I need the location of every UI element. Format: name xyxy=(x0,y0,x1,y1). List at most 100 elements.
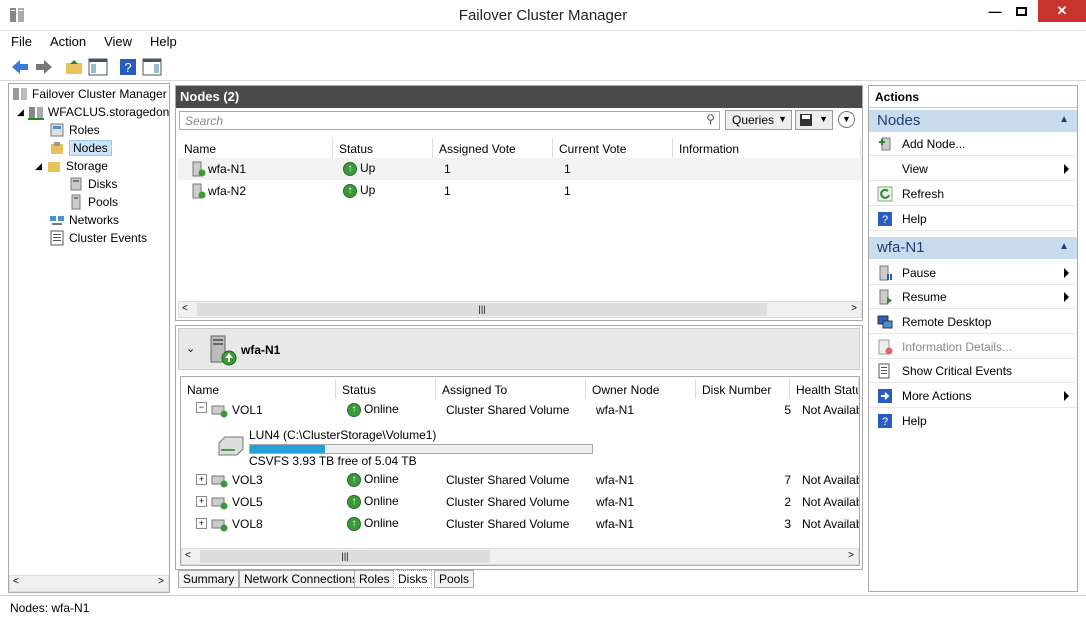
status-bar: Nodes: wfa-N1 xyxy=(0,595,1086,625)
cluster-manager-icon xyxy=(13,88,27,100)
forward-icon[interactable] xyxy=(34,57,54,77)
add-node-icon xyxy=(879,137,891,150)
online-status-icon: ↑ xyxy=(347,402,361,417)
action-resume[interactable]: Resume xyxy=(869,285,1077,309)
tree-item-disks[interactable]: Disks xyxy=(68,175,117,193)
tab-network-connections[interactable]: Network Connections xyxy=(239,570,364,588)
nodes-pane-title: Nodes (2) xyxy=(176,86,862,108)
chevron-down-icon: ▼ xyxy=(778,114,787,124)
actions-section-wfa-n1[interactable]: wfa-N1 ▲ xyxy=(869,237,1077,259)
action-information-details[interactable]: Information Details... xyxy=(869,335,1077,359)
tab-disks[interactable]: Disks xyxy=(393,570,433,588)
table-row[interactable]: + VOL3 ↑ Online Cluster Shared Volume wfa… xyxy=(181,469,859,491)
collapse-arrow-icon[interactable]: ◢ xyxy=(17,107,24,118)
collapse-icon[interactable]: − xyxy=(196,402,207,413)
information-details-icon xyxy=(878,339,893,354)
tree-root[interactable]: Failover Cluster Manager xyxy=(12,85,167,103)
help-icon[interactable]: ? xyxy=(118,57,138,77)
action-help[interactable]: ? Help xyxy=(869,207,1077,231)
tab-roles[interactable]: Roles xyxy=(354,570,395,588)
table-row[interactable]: − VOL1 ↑ Online Cluster Shared Volume wfa… xyxy=(181,399,859,421)
tree-item-cluster-events[interactable]: Cluster Events xyxy=(49,229,147,247)
table-row[interactable]: + VOL8 ↑ Online Cluster Shared Volume wfa… xyxy=(181,513,859,535)
action-remote-desktop[interactable]: Remote Desktop xyxy=(869,310,1077,334)
up-folder-icon[interactable] xyxy=(64,57,84,77)
save-query-button[interactable]: ▼ xyxy=(795,110,833,130)
actions-header: Actions xyxy=(869,86,1077,108)
action-add-node[interactable]: Add Node... xyxy=(869,132,1077,156)
collapse-chevron-icon[interactable]: ⌄ xyxy=(186,342,195,355)
collapse-section-icon[interactable]: ▲ xyxy=(1059,241,1069,252)
col-information[interactable]: Information xyxy=(673,138,861,158)
expand-icon[interactable]: + xyxy=(196,496,207,507)
disks-icon xyxy=(70,177,82,191)
svg-text:?: ? xyxy=(124,60,131,75)
col-status[interactable]: Status xyxy=(336,379,436,399)
action-pause[interactable]: Pause xyxy=(869,261,1077,285)
detail-header[interactable]: ⌄ wfa-N1 xyxy=(178,328,860,370)
menu-view[interactable]: View xyxy=(93,31,139,49)
col-assigned-to[interactable]: Assigned To xyxy=(436,379,586,399)
volume-info: LUN4 (C:\ClusterStorage\Volume1) CSVFS 3… xyxy=(211,423,631,468)
col-assigned-vote[interactable]: Assigned Vote xyxy=(433,138,553,158)
table-row[interactable]: wfa-N1 ↑ Up 1 1 xyxy=(178,158,862,180)
col-name[interactable]: Name xyxy=(178,138,333,158)
critical-events-icon xyxy=(878,363,890,378)
action-show-critical-events[interactable]: Show Critical Events xyxy=(869,359,1077,383)
expand-icon[interactable]: + xyxy=(196,474,207,485)
tree-horizontal-scrollbar[interactable]: < > xyxy=(9,575,169,592)
col-disk-number[interactable]: Disk Number xyxy=(696,379,790,399)
submenu-arrow-icon xyxy=(1064,164,1069,174)
action-refresh[interactable]: Refresh xyxy=(869,182,1077,206)
menu-help[interactable]: Help xyxy=(139,31,184,49)
node-icon xyxy=(192,183,206,199)
search-icon[interactable]: ⚲ xyxy=(706,112,715,126)
expand-icon[interactable]: + xyxy=(196,518,207,529)
tab-pools[interactable]: Pools xyxy=(434,570,475,588)
collapse-section-icon[interactable]: ▲ xyxy=(1059,114,1069,125)
col-owner-node[interactable]: Owner Node xyxy=(586,379,696,399)
maximize-button[interactable] xyxy=(1004,0,1038,22)
search-input[interactable]: Search ⚲ xyxy=(179,111,720,130)
tree-item-networks[interactable]: Networks xyxy=(49,211,119,229)
expand-circle-icon[interactable]: ▼ xyxy=(838,111,855,128)
window-title: Failover Cluster Manager xyxy=(458,7,628,24)
tree-cluster[interactable]: ◢ WFACLUS.storagedon xyxy=(17,103,169,121)
more-actions-icon xyxy=(878,388,892,403)
table-row[interactable]: + VOL5 ↑ Online Cluster Shared Volume wfa… xyxy=(181,491,859,513)
action-help-node[interactable]: ? Help xyxy=(869,409,1077,433)
submenu-arrow-icon xyxy=(1064,391,1069,401)
help-icon: ? xyxy=(878,414,892,428)
refresh-icon xyxy=(877,186,893,201)
volume-usage-bar xyxy=(249,444,593,454)
action-view[interactable]: View xyxy=(869,157,1077,181)
back-icon[interactable] xyxy=(10,57,30,77)
chevron-down-icon: ▼ xyxy=(819,114,828,124)
col-current-vote[interactable]: Current Vote xyxy=(553,138,673,158)
actions-section-nodes[interactable]: Nodes ▲ xyxy=(869,110,1077,132)
action-more-actions[interactable]: More Actions xyxy=(869,384,1077,408)
col-name[interactable]: Name xyxy=(181,379,336,399)
queries-button[interactable]: Queries ▼ xyxy=(725,110,792,130)
col-status[interactable]: Status xyxy=(333,138,433,158)
nodes-horizontal-scrollbar[interactable]: < ||| > xyxy=(178,301,862,318)
remote-desktop-icon xyxy=(877,315,893,328)
cluster-icon xyxy=(27,107,44,120)
tree-item-nodes[interactable]: Nodes xyxy=(49,139,112,157)
show-hide-action-pane-icon[interactable] xyxy=(142,57,162,77)
col-health-status[interactable]: Health Statu xyxy=(790,379,859,399)
disk-icon xyxy=(211,519,228,532)
menu-file[interactable]: File xyxy=(0,31,39,49)
tree-item-roles[interactable]: Roles xyxy=(49,121,100,139)
close-button[interactable]: ✕ xyxy=(1038,0,1086,22)
table-row[interactable]: wfa-N2 ↑ Up 1 1 xyxy=(178,180,862,202)
show-hide-tree-icon[interactable] xyxy=(88,57,108,77)
disks-horizontal-scrollbar[interactable]: < ||| > xyxy=(181,548,859,565)
tab-summary[interactable]: Summary xyxy=(178,570,240,588)
tree-item-pools[interactable]: Pools xyxy=(68,193,118,211)
node-icon xyxy=(192,161,206,177)
menu-action[interactable]: Action xyxy=(39,31,93,49)
disk-icon xyxy=(211,475,228,488)
tree-item-storage[interactable]: ◢ Storage xyxy=(35,157,108,175)
collapse-arrow-icon[interactable]: ◢ xyxy=(35,161,42,172)
